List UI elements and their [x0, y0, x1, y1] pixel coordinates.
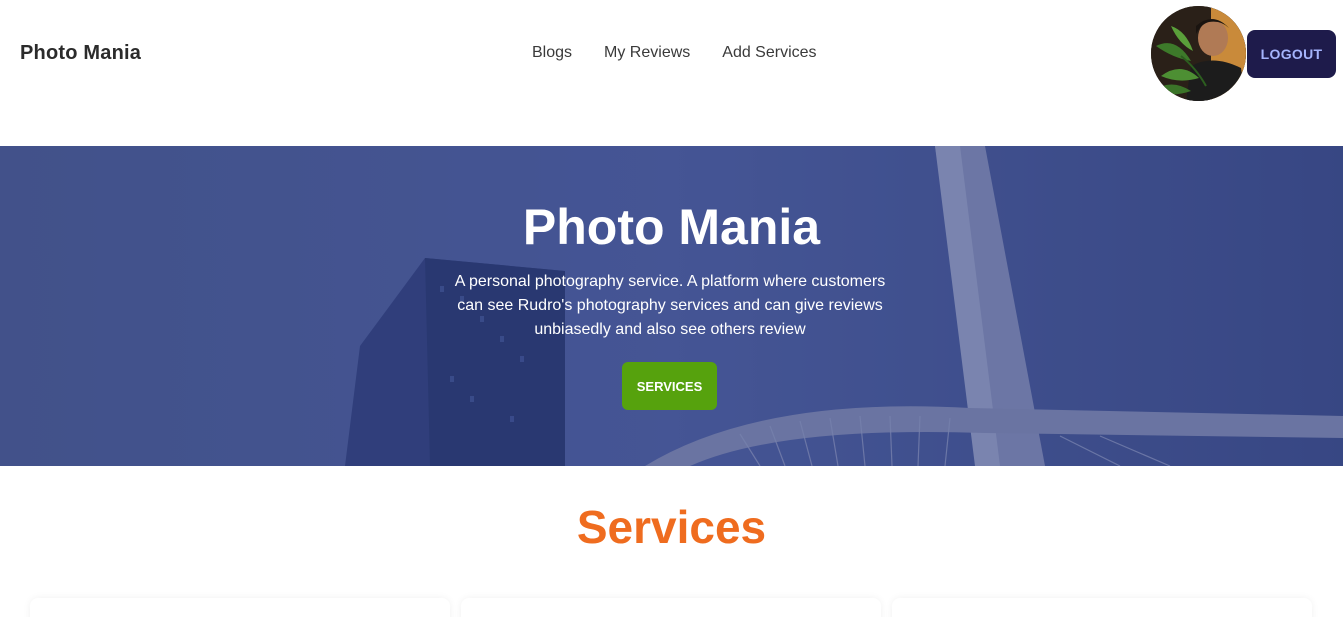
services-button[interactable]: SERVICES: [622, 362, 717, 410]
nav-link-blogs[interactable]: Blogs: [532, 44, 572, 62]
hero-title: Photo Mania: [522, 199, 821, 255]
hero-description: A personal photography service. A platfo…: [454, 273, 886, 338]
service-card[interactable]: [30, 598, 450, 617]
user-avatar[interactable]: [1151, 6, 1246, 101]
service-card[interactable]: [461, 598, 881, 617]
avatar-photo-icon: [1151, 6, 1246, 101]
logout-button[interactable]: LOGOUT: [1247, 30, 1336, 78]
nav-link-my-reviews[interactable]: My Reviews: [604, 44, 690, 62]
service-cards: [30, 598, 1313, 617]
service-card[interactable]: [892, 598, 1312, 617]
navbar: Photo Mania Blogs My Reviews Add Service…: [0, 0, 1343, 110]
services-section-title: Services: [576, 501, 767, 553]
brand-logo[interactable]: Photo Mania: [20, 42, 141, 65]
nav-link-add-services[interactable]: Add Services: [722, 44, 816, 62]
nav-links: Blogs My Reviews Add Services: [532, 44, 817, 62]
hero-banner: Photo Mania A personal photography servi…: [0, 146, 1343, 466]
